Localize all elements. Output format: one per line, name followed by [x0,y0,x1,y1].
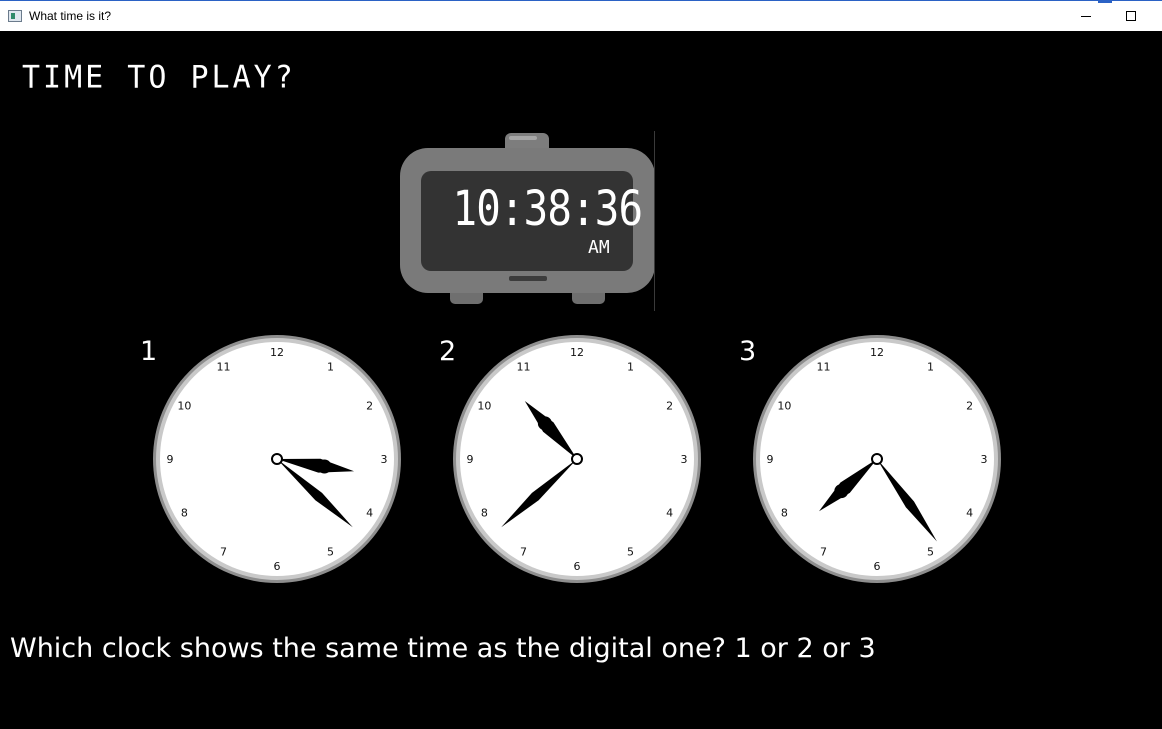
minimize-icon [1081,16,1091,17]
dial-number-3: 3 [381,453,388,466]
dial-number-7: 7 [520,546,527,559]
digital-time: 10:38:36 [452,181,644,237]
dial-number-11: 11 [517,360,531,373]
dial-number-4: 4 [666,507,673,520]
maximize-icon [1126,11,1136,21]
dial-number-9: 9 [467,453,474,466]
dial-number-5: 5 [327,546,334,559]
hour-hand-knob [317,459,332,474]
window-title: What time is it? [29,9,112,23]
dial-number-8: 8 [481,507,488,520]
dial-number-2: 2 [666,400,673,413]
page-heading: TIME TO PLAY? [22,59,296,96]
analog-clock-3[interactable]: 121234567891011 [751,333,1003,585]
dial-number-8: 8 [181,507,188,520]
dial-number-2: 2 [366,400,373,413]
dial-number-1: 1 [327,360,334,373]
clock-center-pin [271,453,283,465]
dial-number-9: 9 [167,453,174,466]
minimize-button[interactable] [1063,1,1109,31]
dial-number-6: 6 [274,560,281,573]
dial-number-12: 12 [570,346,584,359]
clock-center-pin [871,453,883,465]
dial-number-4: 4 [966,507,973,520]
dial-number-5: 5 [627,546,634,559]
dial-number-11: 11 [817,360,831,373]
dial-number-4: 4 [366,507,373,520]
dial-number-1: 1 [927,360,934,373]
hour-hand-knob [537,416,552,431]
dial-number-10: 10 [477,400,491,413]
digital-ampm: AM [588,237,610,258]
dial-number-1: 1 [627,360,634,373]
dial-number-2: 2 [966,400,973,413]
dial-number-7: 7 [820,546,827,559]
dial-number-10: 10 [177,400,191,413]
dial-number-3: 3 [681,453,688,466]
dial-number-10: 10 [777,400,791,413]
app-icon [8,10,22,22]
analog-clock-2[interactable]: 121234567891011 [451,333,703,585]
clock-center-pin [571,453,583,465]
dial-number-7: 7 [220,546,227,559]
dial-number-9: 9 [767,453,774,466]
dial-number-12: 12 [270,346,284,359]
hour-hand-knob [834,484,849,499]
alarm-slot [509,276,547,281]
title-bar: What time is it? [0,0,1162,31]
dial-number-12: 12 [870,346,884,359]
analog-clock-1[interactable]: 121234567891011 [151,333,403,585]
dial-number-11: 11 [217,360,231,373]
alarm-edge-line [654,131,655,311]
dial-number-3: 3 [981,453,988,466]
dial-number-5: 5 [927,546,934,559]
dial-number-6: 6 [874,560,881,573]
dial-number-8: 8 [781,507,788,520]
question-text: Which clock shows the same time as the d… [10,633,876,664]
dial-number-6: 6 [574,560,581,573]
maximize-button[interactable] [1108,1,1154,31]
app-window: What time is it? TIME TO PLAY? 10:38:36 … [0,0,1162,729]
digital-alarm-clock: 10:38:36 AM [399,131,657,311]
